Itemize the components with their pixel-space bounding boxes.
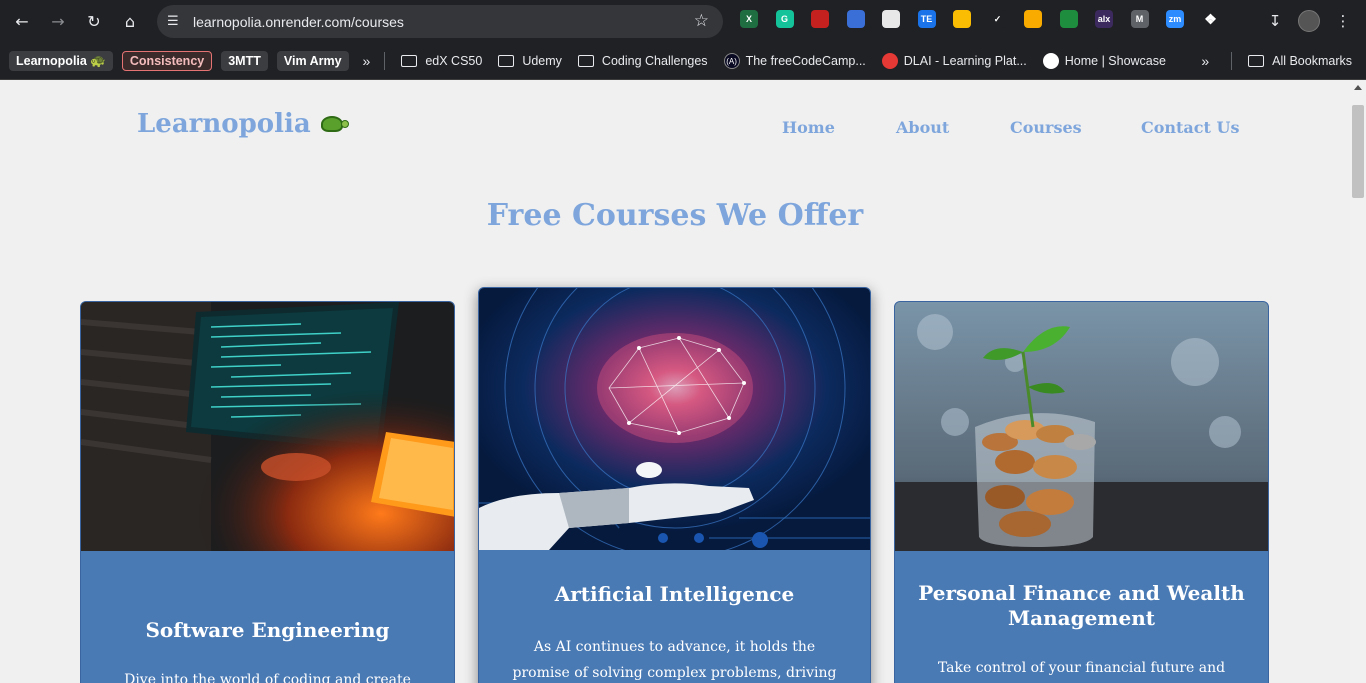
bookmark-chip-consistency[interactable]: Consistency bbox=[121, 51, 213, 71]
grammarly-icon[interactable]: G bbox=[775, 10, 794, 28]
url-text[interactable]: learnopolia.onrender.com/courses bbox=[193, 14, 404, 30]
course-title: Personal Finance and Wealth Management bbox=[918, 581, 1245, 630]
dlai-icon bbox=[881, 53, 898, 69]
folder-icon bbox=[401, 55, 418, 67]
bookmarks-bar: Learnopolia 🐢 Consistency 3MTT Vim Army … bbox=[0, 43, 1366, 80]
check-ext-icon[interactable]: ✓ bbox=[988, 10, 1007, 28]
course-description: Dive into the world of coding and create bbox=[124, 672, 411, 683]
bookmark-chip-3mtt[interactable]: 3MTT bbox=[221, 51, 268, 71]
download-icon[interactable]: ↧ bbox=[1262, 8, 1288, 34]
showcase-icon bbox=[1042, 53, 1059, 69]
bookmark-folder-udemy[interactable]: Udemy bbox=[498, 54, 562, 68]
te-ext-icon[interactable]: TE bbox=[917, 10, 936, 28]
turtle-icon bbox=[319, 113, 349, 135]
page-content: Learnopolia Home About Courses Contact U… bbox=[0, 81, 1350, 683]
folder-icon bbox=[498, 55, 515, 67]
zoom-ext-icon[interactable]: zm bbox=[1166, 10, 1184, 28]
extensions-puzzle-icon[interactable]: ❖ bbox=[1202, 10, 1220, 28]
course-card-software-engineering[interactable]: Software Engineering Dive into the world… bbox=[80, 301, 455, 683]
home-icon[interactable]: ⌂ bbox=[116, 8, 144, 36]
chevron-double-right-icon[interactable]: » bbox=[363, 53, 371, 69]
bookmark-chip-vim-army[interactable]: Vim Army bbox=[276, 51, 349, 71]
menu-kebab-icon[interactable]: ⋮ bbox=[1330, 8, 1356, 34]
bookmark-star-icon[interactable]: ☆ bbox=[694, 11, 709, 31]
excel-icon[interactable]: X bbox=[740, 10, 758, 28]
folder-icon bbox=[1248, 55, 1265, 67]
scroll-up-icon[interactable] bbox=[1354, 85, 1362, 90]
page-title: Free Courses We Offer bbox=[486, 198, 864, 233]
scroll-thumb[interactable] bbox=[1352, 105, 1364, 198]
nav-courses[interactable]: Courses bbox=[1010, 118, 1082, 137]
colorzilla-icon[interactable] bbox=[846, 10, 865, 28]
forward-icon[interactable]: → bbox=[44, 8, 72, 36]
bookmark-label: edX CS50 bbox=[425, 54, 483, 68]
bookmark-separator bbox=[1231, 52, 1233, 70]
bookmark-showcase[interactable]: Home | Showcase bbox=[1042, 53, 1166, 69]
m-ext-icon[interactable]: M bbox=[1130, 10, 1149, 28]
bookmark-separator bbox=[384, 52, 386, 70]
bookmark-label: Home | Showcase bbox=[1064, 54, 1166, 68]
course-card-personal-finance[interactable]: Personal Finance and Wealth Management T… bbox=[894, 301, 1269, 683]
logo-text: Learnopolia bbox=[137, 109, 311, 139]
calendar-ext-icon[interactable] bbox=[811, 10, 829, 28]
course-card-artificial-intelligence[interactable]: Artificial Intelligence As AI continues … bbox=[478, 287, 871, 683]
site-info-icon[interactable]: ☰ bbox=[167, 14, 187, 29]
nav-contact-us[interactable]: Contact Us bbox=[1141, 118, 1239, 137]
bookmark-dlai[interactable]: DLAI - Learning Plat... bbox=[881, 53, 1027, 69]
toolbar-right: ↧ ⋮ bbox=[1254, 8, 1356, 34]
page-scrollbar[interactable] bbox=[1350, 81, 1366, 683]
folder-icon bbox=[577, 55, 594, 67]
alx-ext-icon[interactable]: alx bbox=[1095, 10, 1113, 28]
browser-toolbar: ← → ↻ ⌂ ☰ learnopolia.onrender.com/cours… bbox=[0, 0, 1366, 43]
wave-ext-icon[interactable] bbox=[1059, 10, 1078, 28]
bulb-ext-icon[interactable] bbox=[1024, 10, 1042, 28]
freecodecamp-icon: (A) bbox=[723, 53, 740, 69]
bookmark-folder-coding-challenges[interactable]: Coding Challenges bbox=[577, 54, 708, 68]
address-bar[interactable]: ☰ learnopolia.onrender.com/courses ☆ bbox=[157, 5, 723, 38]
avatar bbox=[1298, 10, 1320, 32]
chevron-double-right-icon[interactable]: » bbox=[1201, 53, 1209, 69]
course-title: Artificial Intelligence bbox=[554, 582, 795, 606]
bookmarks-right: » All Bookmarks bbox=[1187, 52, 1352, 70]
nav-home[interactable]: Home bbox=[782, 118, 835, 137]
bookmark-label: The freeCodeCamp... bbox=[745, 54, 866, 68]
bookmark-chip-learnopolia[interactable]: Learnopolia 🐢 bbox=[9, 51, 113, 71]
bookmark-label: DLAI - Learning Plat... bbox=[903, 54, 1027, 68]
extensions-row: X G TE ✓ alx Mzm ❖ bbox=[740, 10, 1237, 28]
course-image-ai-brain bbox=[479, 288, 870, 550]
course-image-laptop bbox=[81, 302, 454, 551]
back-icon[interactable]: ← bbox=[8, 8, 36, 36]
notes-ext-icon[interactable] bbox=[882, 10, 900, 28]
bookmark-label: Coding Challenges bbox=[601, 54, 708, 68]
reload-icon[interactable]: ↻ bbox=[80, 8, 108, 36]
nav-about[interactable]: About bbox=[896, 118, 949, 137]
course-description: Take control of your financial future an… bbox=[937, 660, 1226, 676]
keep-ext-icon[interactable] bbox=[953, 10, 971, 28]
bookmark-label: Udemy bbox=[522, 54, 562, 68]
course-image-coins-plant bbox=[895, 302, 1268, 551]
course-title: Software Engineering bbox=[145, 618, 390, 642]
course-description: As AI continues to advance, it holds the… bbox=[512, 639, 837, 681]
site-logo[interactable]: Learnopolia bbox=[137, 109, 349, 139]
profile-avatar[interactable] bbox=[1296, 8, 1322, 34]
all-bookmarks-link[interactable]: All Bookmarks bbox=[1272, 54, 1352, 68]
bookmark-freecodecamp[interactable]: (A) The freeCodeCamp... bbox=[723, 53, 866, 69]
bookmark-folder-edx[interactable]: edX CS50 bbox=[401, 54, 482, 68]
